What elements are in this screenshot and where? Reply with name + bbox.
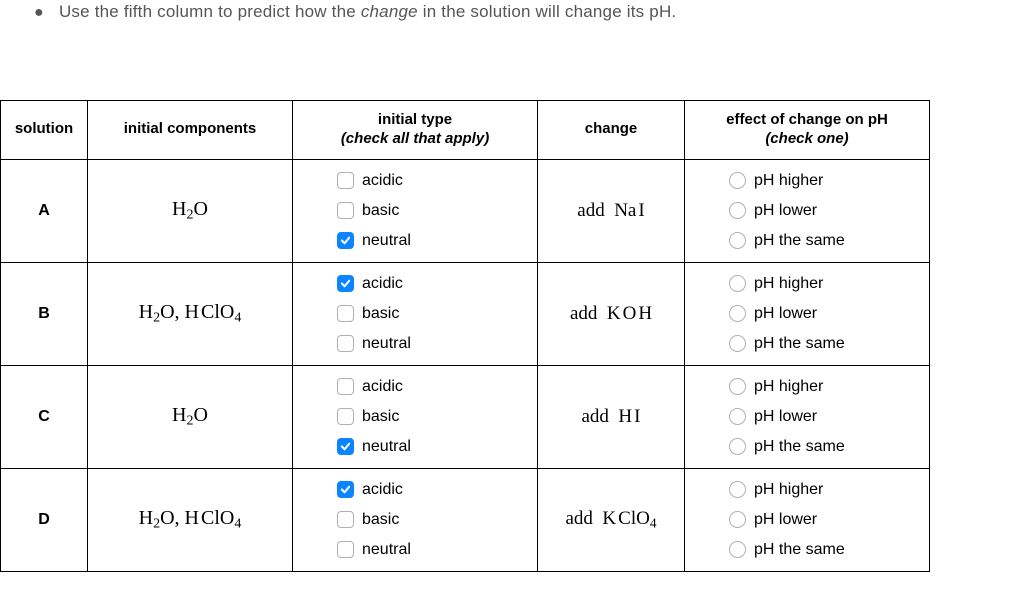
type-neutral-label: neutral (362, 229, 411, 253)
type-basic-label: basic (362, 302, 399, 326)
effect-same-radio[interactable] (729, 232, 746, 249)
header-row: solution initial components initial type… (1, 101, 930, 160)
table-row: B H2O, HClO4 acidic basic neutral add KO… (1, 262, 930, 365)
type-acidic-label: acidic (362, 169, 403, 193)
header-initial-type-line1: initial type (378, 111, 452, 128)
change-cell: add NaI (538, 159, 685, 262)
type-basic-checkbox[interactable] (337, 408, 354, 425)
effect-higher-label: pH higher (754, 169, 823, 193)
initial-components: H2O (88, 159, 293, 262)
instruction-suffix: in the solution will change its pH. (418, 2, 677, 21)
initial-type-cell: acidic basic neutral (293, 159, 538, 262)
table-row: C H2O acidic basic neutral add HI pH hig… (1, 365, 930, 468)
effect-lower-label: pH lower (754, 302, 817, 326)
effect-higher-radio[interactable] (729, 275, 746, 292)
effect-same-label: pH the same (754, 435, 845, 459)
initial-components: H2O (88, 365, 293, 468)
initial-components: H2O, HClO4 (88, 468, 293, 571)
effect-lower-radio[interactable] (729, 408, 746, 425)
header-effect-line2: (check one) (765, 130, 848, 147)
effect-lower-radio[interactable] (729, 511, 746, 528)
type-neutral-checkbox[interactable] (337, 541, 354, 558)
type-acidic-checkbox[interactable] (337, 481, 354, 498)
initial-components: H2O, HClO4 (88, 262, 293, 365)
instruction-prefix: Use the fifth column to predict how the (59, 2, 361, 21)
effect-same-label: pH the same (754, 229, 845, 253)
change-cell: add KOH (538, 262, 685, 365)
effect-higher-radio[interactable] (729, 481, 746, 498)
solution-table: solution initial components initial type… (0, 100, 930, 572)
header-components: initial components (88, 101, 293, 160)
type-acidic-label: acidic (362, 272, 403, 296)
effect-higher-label: pH higher (754, 375, 823, 399)
type-neutral-checkbox[interactable] (337, 335, 354, 352)
solution-label: B (1, 262, 88, 365)
instruction-line: ● Use the fifth column to predict how th… (0, 0, 1024, 22)
effect-lower-label: pH lower (754, 508, 817, 532)
type-neutral-label: neutral (362, 538, 411, 562)
solution-label: A (1, 159, 88, 262)
type-acidic-label: acidic (362, 478, 403, 502)
change-cell: add HI (538, 365, 685, 468)
header-change: change (538, 101, 685, 160)
type-neutral-label: neutral (362, 435, 411, 459)
table-row: A H2O acidic basic neutral add NaI pH hi… (1, 159, 930, 262)
effect-higher-label: pH higher (754, 478, 823, 502)
bullet-icon: ● (34, 4, 54, 22)
effect-cell: pH higher pH lower pH the same (685, 262, 930, 365)
header-effect-line1: effect of change on pH (726, 111, 888, 128)
effect-lower-radio[interactable] (729, 202, 746, 219)
solution-label: C (1, 365, 88, 468)
instruction-italic: change (361, 2, 418, 21)
type-acidic-checkbox[interactable] (337, 275, 354, 292)
effect-cell: pH higher pH lower pH the same (685, 365, 930, 468)
type-basic-checkbox[interactable] (337, 305, 354, 322)
type-neutral-checkbox[interactable] (337, 438, 354, 455)
type-basic-checkbox[interactable] (337, 202, 354, 219)
type-basic-checkbox[interactable] (337, 511, 354, 528)
type-acidic-label: acidic (362, 375, 403, 399)
effect-same-radio[interactable] (729, 438, 746, 455)
effect-higher-radio[interactable] (729, 172, 746, 189)
header-initial-type-line2: (check all that apply) (341, 130, 489, 147)
header-initial-type: initial type (check all that apply) (293, 101, 538, 160)
table-body: A H2O acidic basic neutral add NaI pH hi… (1, 159, 930, 571)
type-basic-label: basic (362, 405, 399, 429)
effect-same-radio[interactable] (729, 335, 746, 352)
type-basic-label: basic (362, 508, 399, 532)
effect-lower-label: pH lower (754, 199, 817, 223)
effect-cell: pH higher pH lower pH the same (685, 468, 930, 571)
initial-type-cell: acidic basic neutral (293, 468, 538, 571)
type-acidic-checkbox[interactable] (337, 378, 354, 395)
header-solution: solution (1, 101, 88, 160)
effect-higher-radio[interactable] (729, 378, 746, 395)
effect-lower-label: pH lower (754, 405, 817, 429)
effect-same-radio[interactable] (729, 541, 746, 558)
type-neutral-checkbox[interactable] (337, 232, 354, 249)
type-basic-label: basic (362, 199, 399, 223)
effect-same-label: pH the same (754, 538, 845, 562)
change-cell: add KClO4 (538, 468, 685, 571)
effect-cell: pH higher pH lower pH the same (685, 159, 930, 262)
type-neutral-label: neutral (362, 332, 411, 356)
solution-label: D (1, 468, 88, 571)
table-row: D H2O, HClO4 acidic basic neutral add KC… (1, 468, 930, 571)
initial-type-cell: acidic basic neutral (293, 365, 538, 468)
header-effect: effect of change on pH (check one) (685, 101, 930, 160)
effect-lower-radio[interactable] (729, 305, 746, 322)
effect-higher-label: pH higher (754, 272, 823, 296)
type-acidic-checkbox[interactable] (337, 172, 354, 189)
initial-type-cell: acidic basic neutral (293, 262, 538, 365)
effect-same-label: pH the same (754, 332, 845, 356)
